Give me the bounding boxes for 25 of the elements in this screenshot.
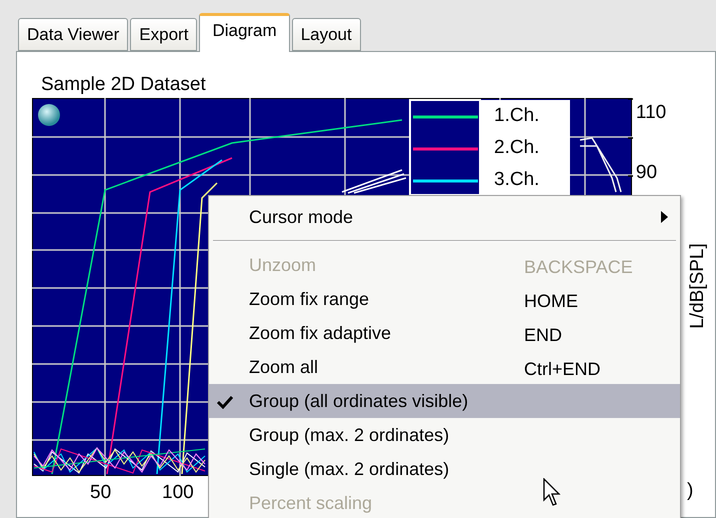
- legend-label: 2.Ch.: [494, 137, 540, 159]
- menu-item[interactable]: Group (max. 2 ordinates): [209, 418, 680, 452]
- menu-item[interactable]: Cursor mode: [209, 200, 680, 234]
- shortcut-label: Ctrl+END: [524, 358, 601, 381]
- tab[interactable]: Diagram: [199, 13, 290, 52]
- axis-title: L/dB[SPL]: [686, 242, 709, 331]
- axis-tick-label: 50: [90, 482, 112, 504]
- menu-item[interactable]: Single (max. 2 ordinates): [209, 452, 680, 486]
- axis-tick-label: 100: [162, 482, 194, 504]
- legend-label: 3.Ch.: [494, 169, 540, 191]
- legend-label: 1.Ch.: [494, 105, 540, 127]
- menu-item[interactable]: Group (all ordinates visible): [209, 384, 680, 418]
- shortcut-label: END: [524, 324, 562, 347]
- axis-title: ): [687, 480, 694, 502]
- tab[interactable]: Export: [130, 18, 198, 51]
- axis-tick-label: 90: [636, 162, 658, 184]
- dataset-title: Sample 2D Dataset: [41, 74, 207, 96]
- shortcut-label: BACKSPACE: [524, 256, 633, 279]
- shortcut-label: HOME: [524, 290, 578, 313]
- tab[interactable]: Data Viewer: [18, 18, 128, 51]
- tab[interactable]: Layout: [292, 18, 361, 51]
- menu-item[interactable]: Zoom fix adaptive END: [209, 316, 680, 350]
- axis-tick-label: 110: [636, 102, 666, 124]
- menu-item[interactable]: Zoom all Ctrl+END: [209, 350, 680, 384]
- menu-item[interactable]: Zoom fix range HOME: [209, 282, 680, 316]
